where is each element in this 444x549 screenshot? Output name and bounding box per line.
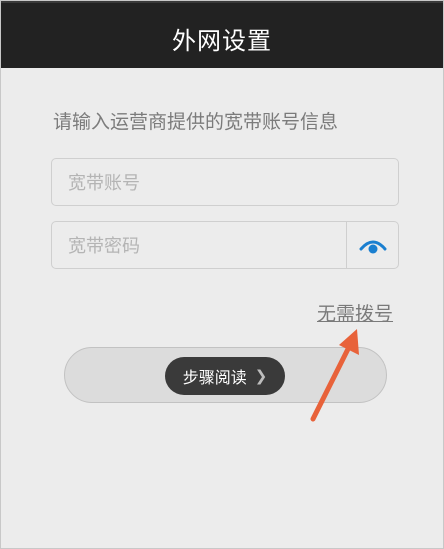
step-reading-label: 步骤阅读: [182, 368, 247, 387]
account-input[interactable]: [66, 159, 340, 207]
app-frame: 外网设置 请输入运营商提供的宽带账号信息 无需拨号 步骤阅读 ❯: [0, 0, 444, 549]
form-hint: 请输入运营商提供的宽带账号信息: [53, 111, 339, 133]
title-bar: 外网设置: [1, 1, 443, 68]
account-field[interactable]: [51, 158, 399, 207]
page-title: 外网设置: [172, 27, 272, 55]
show-password-button[interactable]: [346, 222, 398, 268]
password-field[interactable]: [51, 221, 399, 270]
step-reading-badge[interactable]: 步骤阅读 ❯: [165, 357, 285, 395]
annotation-arrow: [310, 329, 359, 422]
password-input[interactable]: [66, 222, 340, 270]
chevron-right-icon: ❯: [254, 367, 268, 385]
eye-icon: [359, 240, 386, 254]
